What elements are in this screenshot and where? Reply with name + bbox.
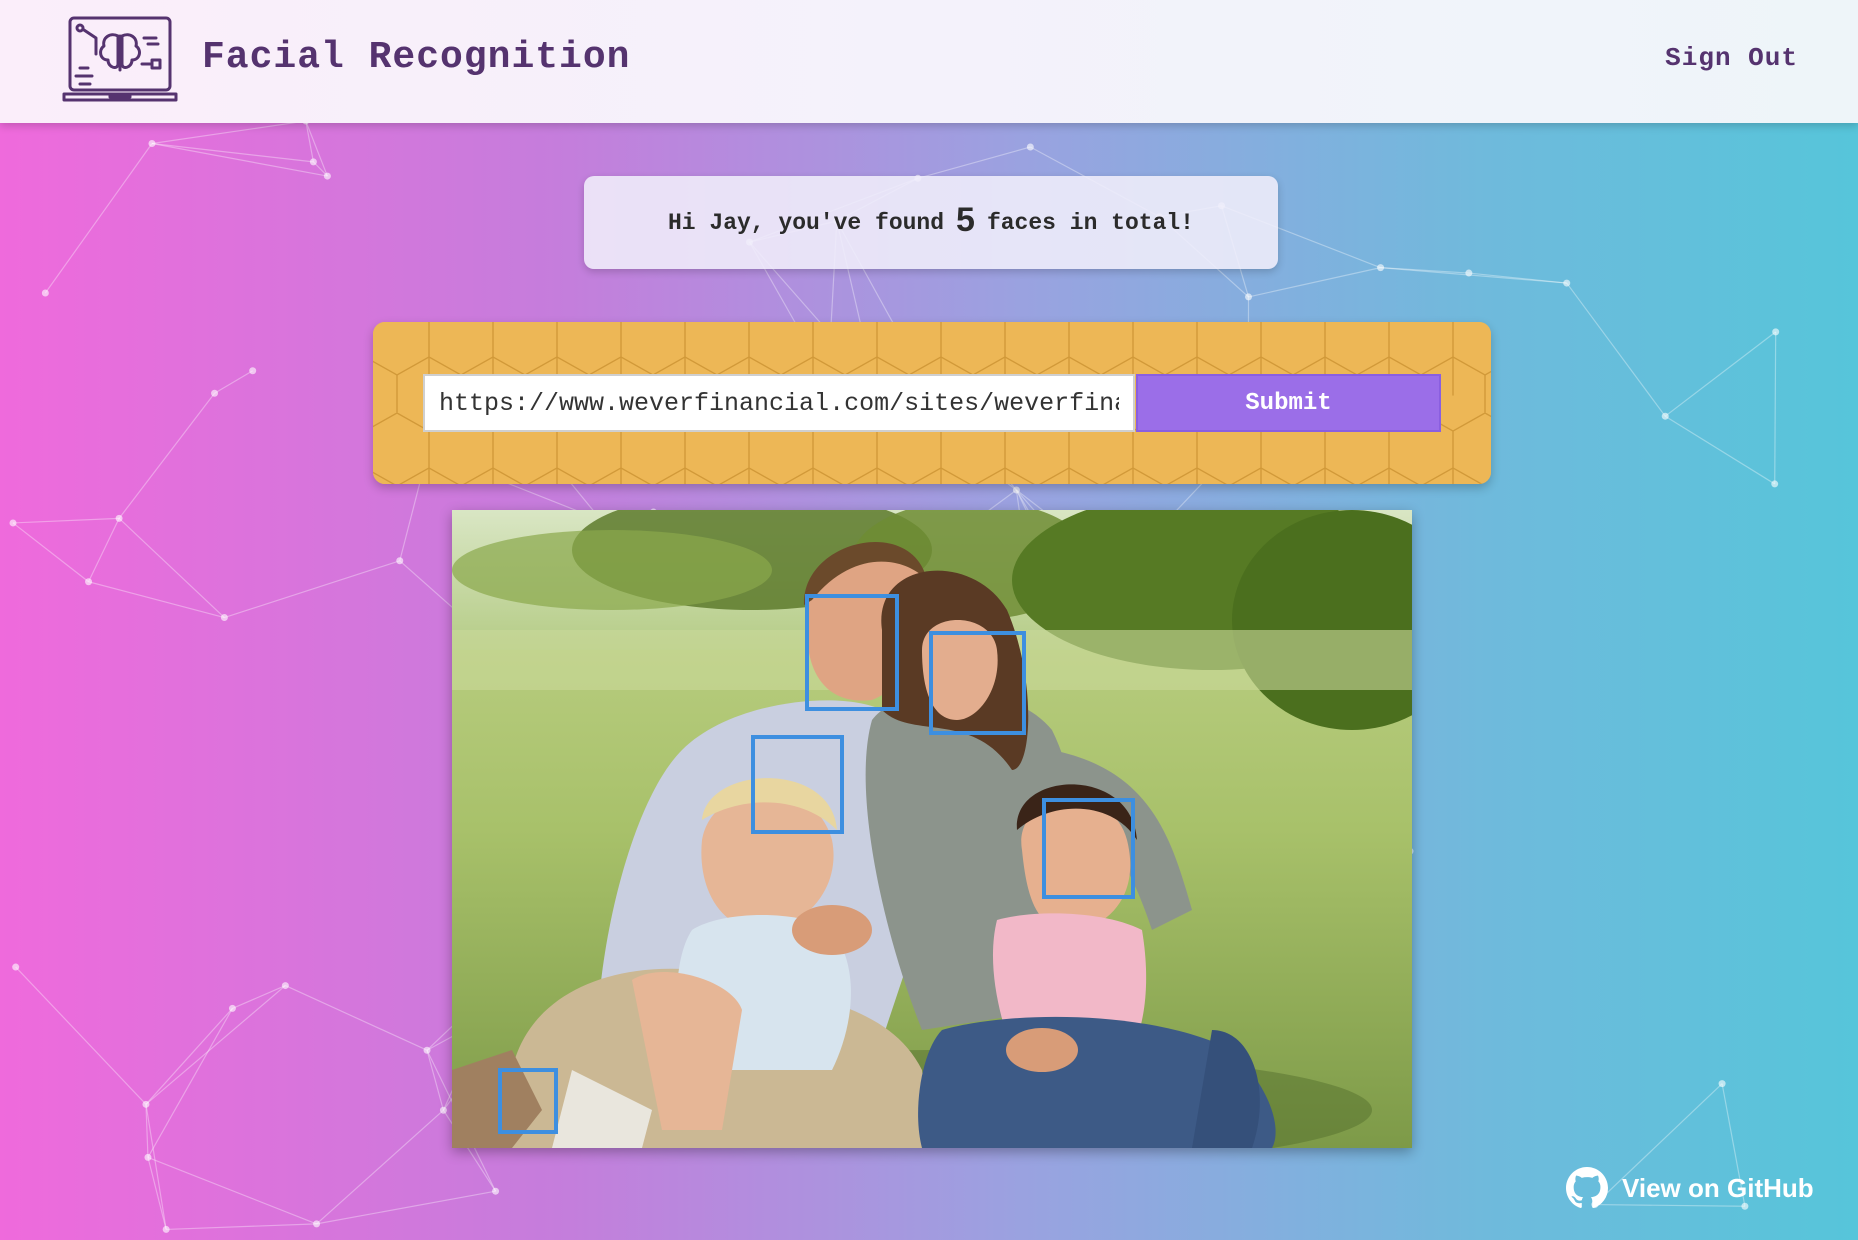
submit-button[interactable]: Submit: [1136, 374, 1441, 432]
github-icon: [1566, 1167, 1608, 1208]
face-count-value: 5: [956, 201, 975, 239]
sign-out-link[interactable]: Sign Out: [1665, 43, 1798, 73]
family-photo: [452, 510, 1412, 1148]
face-count-greeting: Hi Jay, you've found 5 faces in total!: [584, 176, 1278, 269]
face-bounding-box: [805, 594, 899, 711]
laptop-brain-icon: [62, 16, 178, 102]
greeting-prefix: Hi Jay, you've found: [667, 209, 945, 236]
face-bounding-box: [498, 1068, 558, 1134]
top-nav-bar: Facial Recognition Sign Out: [0, 0, 1858, 123]
face-bounding-box: [1042, 798, 1135, 899]
app-title: Facial Recognition: [202, 36, 631, 79]
image-url-input[interactable]: [423, 374, 1135, 432]
face-bounding-box: [929, 631, 1026, 735]
face-bounding-box: [751, 735, 844, 834]
view-on-github-link[interactable]: View on GitHub: [1566, 1166, 1814, 1210]
greeting-suffix: faces in total!: [986, 209, 1194, 236]
detected-image: [452, 510, 1412, 1148]
image-url-form: Submit: [373, 322, 1491, 484]
github-link-label: View on GitHub: [1622, 1172, 1814, 1203]
